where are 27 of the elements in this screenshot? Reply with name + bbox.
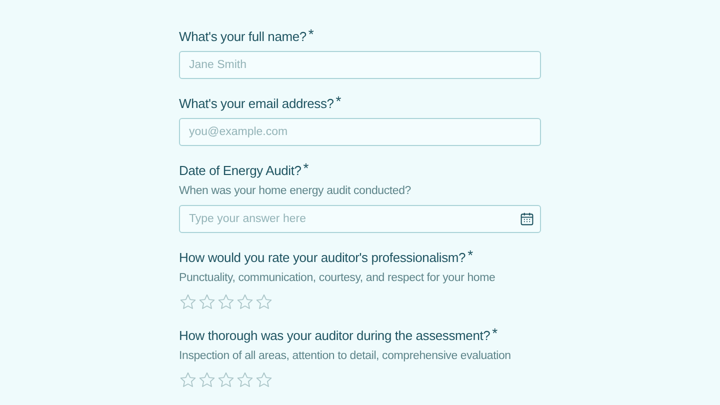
input-field[interactable]: you@example.com (179, 118, 541, 146)
star-icon[interactable] (255, 371, 273, 389)
required-mark: * (308, 27, 314, 41)
question-hint: Inspection of all areas, attention to detail, comprehensive evaluation (179, 349, 512, 364)
star-icon[interactable] (198, 371, 216, 389)
star-icon[interactable] (236, 293, 254, 311)
input-field[interactable]: Jane Smith (179, 51, 541, 79)
calendar-icon[interactable] (520, 212, 534, 226)
question-label: How would you rate your auditor's professionalism? (179, 249, 466, 267)
question-label: What's your full name? (179, 28, 306, 46)
star-icon[interactable] (179, 371, 197, 389)
question-label: Date of Energy Audit? (179, 162, 302, 180)
required-mark: * (336, 94, 342, 108)
star-icon[interactable] (217, 371, 235, 389)
question-label: How thorough was your auditor during the assessment? (179, 327, 490, 345)
star-icon[interactable] (198, 293, 216, 311)
star-icon[interactable] (179, 293, 197, 311)
required-mark: * (303, 161, 309, 175)
question-label: What's your email address? (179, 95, 334, 113)
star-icon[interactable] (217, 293, 235, 311)
required-mark: * (468, 248, 474, 262)
star-icon[interactable] (236, 371, 254, 389)
star-icon[interactable] (255, 293, 273, 311)
question-hint: When was your home energy audit conducted? (179, 184, 412, 199)
required-mark: * (492, 326, 498, 340)
question-hint: Punctuality, communication, courtesy, and respect for your home (179, 271, 496, 286)
input-field[interactable]: Type your answer here (179, 205, 541, 233)
